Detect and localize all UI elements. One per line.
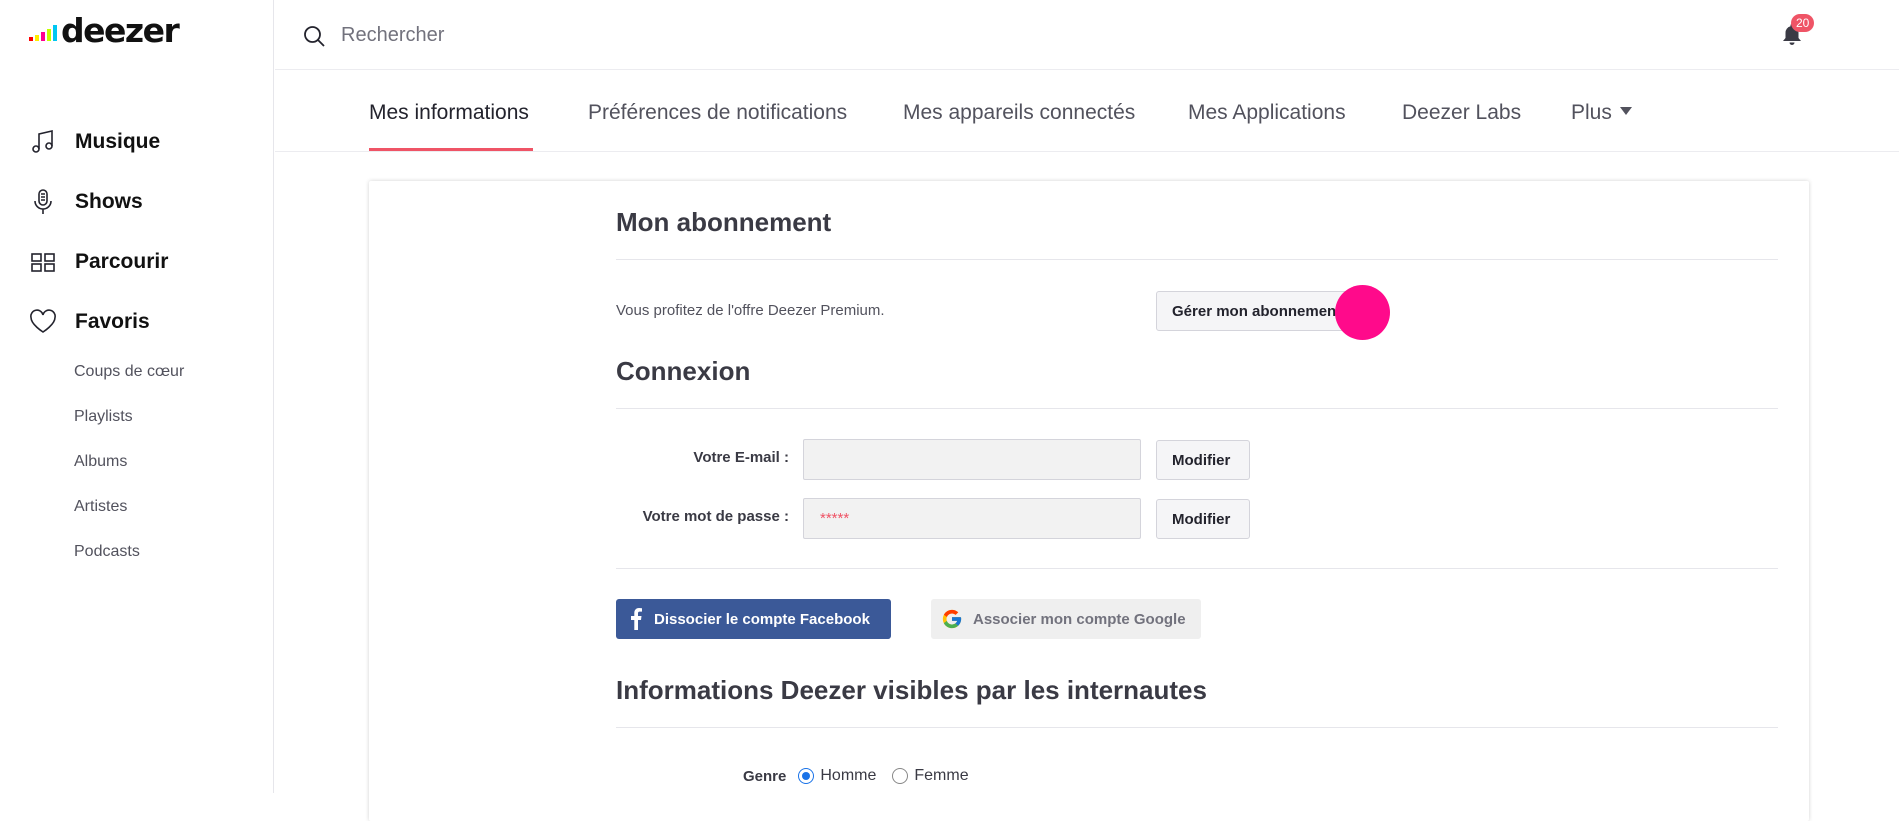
gender-option-label: Femme (914, 767, 969, 784)
password-label: Votre mot de passe : (642, 508, 789, 525)
google-icon (941, 608, 963, 630)
section-title-public-info: Informations Deezer visibles par les int… (616, 675, 1207, 705)
grid-icon (29, 248, 57, 276)
google-button-label: Associer mon compte Google (973, 610, 1186, 628)
music-note-icon (29, 128, 57, 156)
email-field[interactable] (803, 439, 1141, 480)
tab-preferences-notifications[interactable]: Préférences de notifications (588, 101, 847, 125)
active-tab-indicator (369, 148, 533, 151)
nav-item-label: Favoris (75, 310, 150, 333)
account-tabs: Mes informations Préférences de notifica… (275, 70, 1899, 152)
gender-option-label: Homme (820, 767, 877, 784)
tab-mes-informations[interactable]: Mes informations (369, 101, 529, 125)
tab-plus[interactable]: Plus (1571, 101, 1632, 125)
microphone-icon (29, 188, 57, 216)
email-label: Votre E-mail : (693, 449, 789, 466)
subnav-item-podcasts[interactable]: Podcasts (74, 538, 184, 583)
account-card: Mon abonnement Vous profitez de l'offre … (369, 181, 1809, 821)
google-associate-button[interactable]: Associer mon compte Google (931, 599, 1201, 639)
main-nav: Musique Shows Parcourir Favoris (29, 112, 168, 352)
facebook-button-label: Dissocier le compte Facebook (654, 610, 870, 628)
heart-icon (29, 308, 57, 336)
deezer-logo[interactable]: deezer (29, 11, 180, 50)
password-field[interactable]: ***** (803, 498, 1141, 539)
nav-item-shows[interactable]: Shows (29, 172, 168, 232)
tab-plus-label: Plus (1571, 101, 1612, 124)
nav-item-favoris[interactable]: Favoris (29, 292, 168, 352)
gender-radio-group: Genre Homme Femme (743, 767, 969, 785)
tab-appareils-connectes[interactable]: Mes appareils connectés (903, 101, 1135, 125)
facebook-dissociate-button[interactable]: Dissocier le compte Facebook (616, 599, 891, 639)
section-title-connexion: Connexion (616, 356, 751, 386)
logo-equalizer-icon (29, 25, 57, 41)
top-bar: 20 (275, 0, 1899, 70)
gender-radio-homme[interactable] (798, 768, 815, 784)
logo-text: deezer (61, 11, 180, 50)
subnav-item-coups-de-coeur[interactable]: Coups de cœur (74, 358, 184, 403)
divider (616, 568, 1778, 569)
modify-password-button[interactable]: Modifier (1156, 499, 1250, 539)
nav-item-musique[interactable]: Musique (29, 112, 168, 172)
subnav-item-playlists[interactable]: Playlists (74, 403, 184, 448)
search-icon[interactable] (302, 24, 326, 53)
divider (616, 408, 1778, 409)
manage-subscription-button[interactable]: Gérer mon abonnement (1156, 291, 1361, 331)
nav-item-parcourir[interactable]: Parcourir (29, 232, 168, 292)
nav-item-label: Parcourir (75, 250, 169, 273)
click-indicator (1335, 285, 1390, 340)
subnav-item-albums[interactable]: Albums (74, 448, 184, 493)
favorites-subnav: Coups de cœur Playlists Albums Artistes … (74, 358, 184, 583)
divider (616, 259, 1778, 260)
subnav-item-artistes[interactable]: Artistes (74, 493, 184, 538)
sidebar: deezer Musique Shows Parcourir Favoris C… (0, 0, 274, 793)
modify-email-button[interactable]: Modifier (1156, 440, 1250, 480)
caret-down-icon (1619, 107, 1632, 116)
tab-mes-applications[interactable]: Mes Applications (1188, 101, 1346, 125)
facebook-icon (630, 608, 642, 630)
nav-item-label: Shows (75, 190, 143, 213)
section-title-subscription: Mon abonnement (616, 207, 832, 237)
subscription-description: Vous profitez de l'offre Deezer Premium. (616, 302, 885, 319)
divider (616, 727, 1778, 728)
notification-count-badge: 20 (1791, 14, 1815, 32)
gender-label: Genre (743, 767, 787, 785)
tab-deezer-labs[interactable]: Deezer Labs (1402, 101, 1521, 125)
search-input[interactable] (341, 18, 941, 52)
nav-item-label: Musique (75, 130, 161, 153)
gender-radio-femme[interactable] (892, 768, 909, 784)
